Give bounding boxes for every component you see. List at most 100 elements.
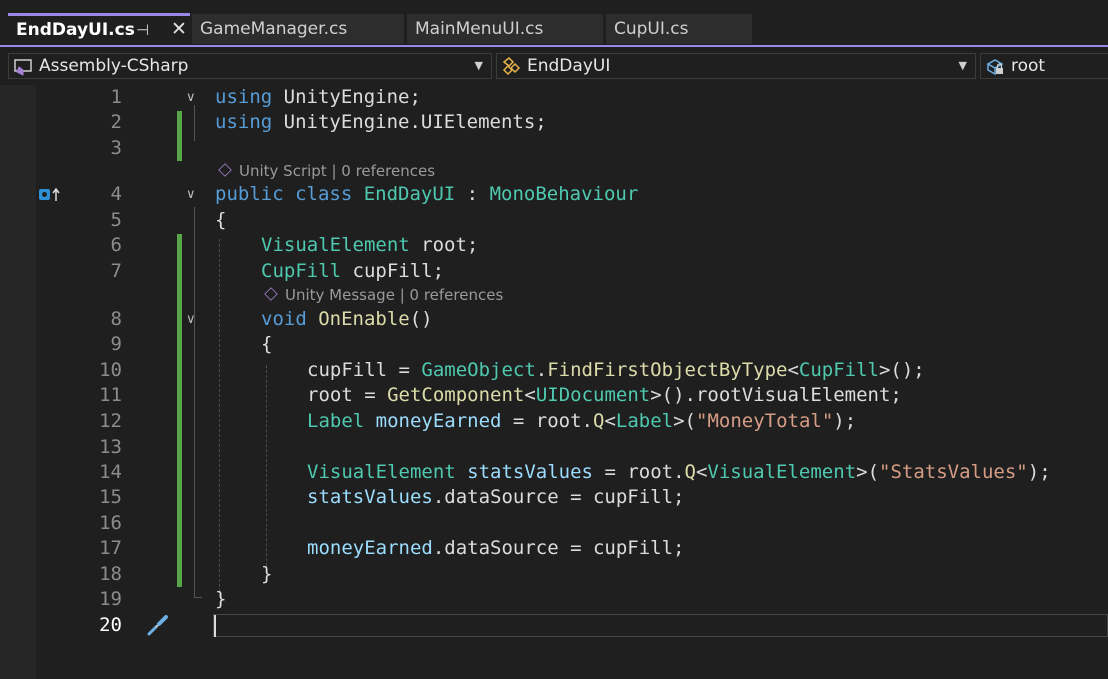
code-text: root = [307, 384, 388, 406]
code-line-1: 1 ∨ using UnityEngine; [0, 85, 1108, 110]
tab-label: CupUI.cs [614, 19, 689, 39]
text-cursor [214, 615, 216, 637]
chevron-down-icon: ▼ [474, 59, 483, 72]
line-number: 16 [99, 512, 122, 534]
project-icon [14, 59, 32, 76]
code-line-15: 15 statsValues.dataSource = cupFill; [0, 485, 1108, 510]
field-lock-icon [986, 59, 1004, 76]
code-line-20[interactable]: 20 [0, 613, 1108, 638]
method-name: Q [684, 461, 696, 483]
code-text: : [455, 183, 490, 205]
fold-toggle-icon[interactable]: ∨ [186, 307, 196, 332]
code-line-2: 2 using UnityEngine.UIElements; [0, 110, 1108, 135]
fold-toggle-icon[interactable]: ∨ [186, 85, 196, 110]
string-literal: "StatsValues" [879, 461, 1028, 483]
line-number: 8 [110, 308, 122, 330]
line-number: 2 [110, 111, 122, 133]
type-dropdown[interactable]: EndDayUI ▼ [496, 53, 976, 79]
code-text: UnityEngine.UIElements; [272, 111, 547, 133]
tab-mainmenuui[interactable]: MainMenuUI.cs [407, 14, 603, 44]
tab-enddayui[interactable]: EndDayUI.cs ⊣ ✕ [8, 13, 190, 46]
line-number: 11 [99, 384, 122, 406]
code-text: . [535, 359, 548, 381]
code-text: } [261, 563, 273, 585]
chevron-down-icon: ▼ [958, 59, 967, 72]
code-text: ); [833, 410, 857, 432]
code-text: UnityEngine; [272, 86, 421, 108]
code-text: < [524, 384, 536, 406]
code-line-16: 16 [0, 511, 1108, 536]
variable-name: moneyEarned [364, 410, 502, 432]
line-number: 12 [99, 410, 122, 432]
implements-icon[interactable] [38, 187, 62, 203]
code-text: < [695, 461, 708, 483]
line-number: 18 [99, 563, 122, 585]
project-dropdown[interactable]: Assembly-CSharp ▼ [8, 53, 492, 79]
tab-label: MainMenuUI.cs [415, 19, 544, 39]
code-text: < [604, 410, 616, 432]
line-number: 13 [99, 436, 122, 458]
string-literal: "MoneyTotal" [696, 410, 834, 432]
line-number: 7 [110, 260, 122, 282]
type-name: VisualElement [307, 461, 456, 483]
type-name: EndDayUI [352, 183, 456, 205]
code-line-18: 18 } [0, 562, 1108, 587]
keyword: using [215, 111, 273, 133]
line-number: 4 [110, 183, 122, 205]
code-text: >( [673, 410, 696, 432]
codelens-text: Unity Script | 0 references [239, 162, 436, 180]
code-line-6: 6 VisualElement root; [0, 233, 1108, 258]
codelens-unity-message[interactable]: Unity Message | 0 references [261, 285, 503, 305]
member-dropdown[interactable]: root [980, 53, 1108, 79]
navigation-bar: Assembly-CSharp ▼ EndDayUI ▼ root [0, 47, 1108, 85]
line-number: 20 [99, 614, 122, 636]
member-name: root [1011, 56, 1046, 76]
tab-gamemanager[interactable]: GameManager.cs [192, 14, 404, 44]
code-text: = root. [501, 410, 593, 432]
code-text: { [215, 209, 227, 231]
method-name: OnEnable [306, 308, 410, 330]
code-line-19: 19 } [0, 587, 1108, 612]
type-name: CupFill [261, 260, 342, 282]
keyword: using [215, 86, 273, 108]
code-text: { [261, 333, 273, 355]
line-number: 15 [99, 486, 122, 508]
type-name: UIDocument [535, 384, 651, 406]
type-name: GameObject [421, 359, 536, 381]
unity-icon [264, 287, 278, 301]
code-text: < [787, 359, 799, 381]
type-name: VisualElement [707, 461, 857, 483]
code-text: >().rootVisualElement; [650, 384, 902, 406]
code-text: cupFill = [307, 359, 422, 381]
keyword: void [261, 308, 307, 330]
close-icon[interactable]: ✕ [171, 15, 187, 44]
unity-icon [218, 163, 232, 177]
code-editor[interactable]: 1 ∨ using UnityEngine; 2 using UnityEngi… [0, 85, 1108, 679]
code-line-10: 10 cupFill = GameObject.FindFirstObjectB… [0, 358, 1108, 383]
keyword: public [215, 183, 284, 205]
code-line-3: 3 [0, 136, 1108, 161]
type-name: Label [615, 410, 674, 432]
project-name: Assembly-CSharp [39, 56, 189, 76]
method-name: GetComponent [387, 384, 525, 406]
codelens-unity-script[interactable]: Unity Script | 0 references [215, 161, 435, 181]
code-text: = root. [593, 461, 685, 483]
type-name: VisualElement [261, 234, 410, 256]
tab-label: GameManager.cs [200, 19, 348, 39]
code-text: cupFill; [341, 260, 445, 282]
document-tab-bar: EndDayUI.cs ⊣ ✕ GameManager.cs MainMenuU… [0, 0, 1108, 46]
tab-cupui[interactable]: CupUI.cs [606, 14, 752, 44]
class-icon [502, 56, 521, 76]
line-number: 5 [110, 209, 122, 231]
pin-icon[interactable]: ⊣ [136, 16, 149, 45]
code-line-8: 8 ∨ void OnEnable() [0, 307, 1108, 332]
line-number: 6 [110, 234, 122, 256]
code-line-9: 9 { [0, 332, 1108, 357]
line-number: 17 [99, 537, 122, 559]
code-line-14: 14 VisualElement statsValues = root.Q<Vi… [0, 460, 1108, 485]
quick-actions-screwdriver-icon[interactable] [146, 615, 170, 637]
variable-name: statsValues [307, 486, 433, 508]
line-number: 10 [99, 359, 122, 381]
type-name: MonoBehaviour [489, 183, 639, 205]
fold-toggle-icon[interactable]: ∨ [186, 182, 196, 207]
